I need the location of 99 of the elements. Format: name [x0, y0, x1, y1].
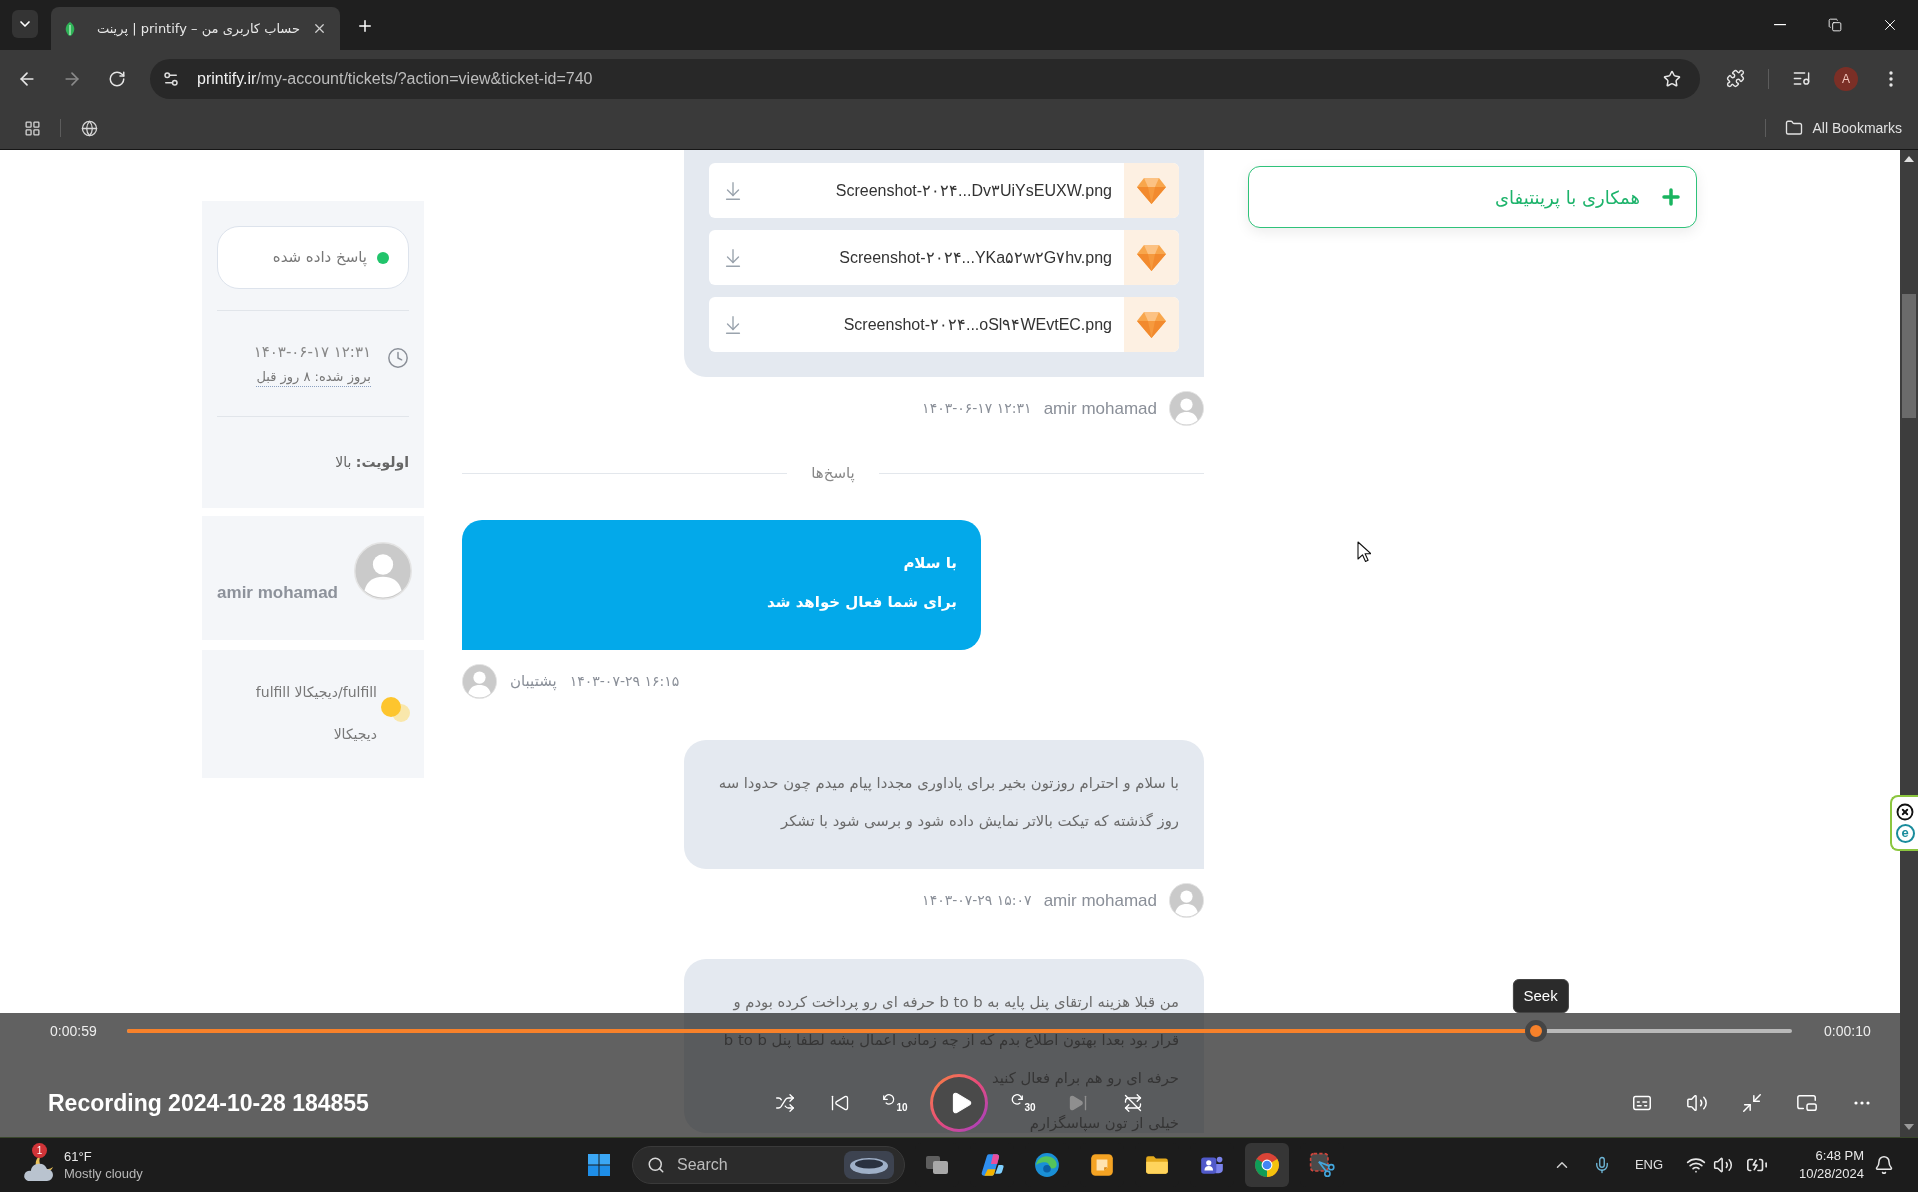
author-name: amir mohamad [1043, 889, 1157, 912]
message-time: ۱۴۰۳-۰۷-۲۹ ۱۵:۰۷ [922, 891, 1032, 910]
play-button[interactable] [930, 1074, 988, 1132]
search-icon [647, 1156, 665, 1174]
scroll-up-icon[interactable] [1904, 156, 1914, 162]
seek-tooltip: Seek [1512, 979, 1569, 1013]
globe-icon [80, 119, 98, 137]
shuffle-icon [775, 1093, 795, 1113]
clock-time: 6:48 PM [1815, 1147, 1864, 1165]
repeat-off-icon [1123, 1093, 1143, 1113]
file-name: Screenshot-۲۰۲۴...Dv۳UiYsEUXW.png [835, 180, 1112, 201]
elapsed-time: 0:00:59 [50, 1021, 98, 1041]
swirl-logo-icon [1034, 1152, 1060, 1178]
avatar-icon [1169, 391, 1204, 426]
customer-name: amir mohamad [217, 582, 338, 604]
message-text: با سلام و احترام روزتون بخیر برای یاداوری مجددا پیام میدم چون حدودا سه روز گذشته که تیکت بالاتر نمایش داده شود و برسی شود با تشکر [717, 773, 1179, 832]
more-icon [1854, 1101, 1870, 1105]
scroll-down-icon[interactable] [1904, 1124, 1914, 1130]
scrollbar-thumb[interactable] [1902, 294, 1916, 418]
mini-player-icon [1796, 1092, 1818, 1114]
weather-condition-text: Mostly cloudy [64, 1165, 143, 1182]
minimize-icon [1774, 24, 1786, 26]
remaining-time: 0:00:10 [1824, 1021, 1871, 1041]
restore-icon [1828, 18, 1842, 32]
site-settings-icon[interactable] [162, 69, 180, 88]
bookmark-star-icon[interactable] [1663, 69, 1681, 88]
attachment-row[interactable]: Screenshot-۲۰۲۴...Dv۳UiYsEUXW.png [709, 163, 1179, 218]
author-name: amir mohamad [1043, 397, 1157, 420]
counterclockwise-arrow-icon [882, 1093, 897, 1107]
language-indicator[interactable]: ENG [1631, 1155, 1667, 1175]
forward-button[interactable]: 30 [1003, 1093, 1043, 1113]
widget-logo[interactable]: e [1895, 824, 1915, 843]
skip-back-icon [830, 1093, 850, 1113]
priority-text: اولویت: بالا [335, 453, 409, 472]
wheel-logo-icon [1254, 1152, 1280, 1178]
taskbar-search-button[interactable]: Search [632, 1146, 905, 1184]
status-text: پاسخ داده شده [272, 247, 367, 269]
apps-button[interactable] [22, 118, 42, 138]
created-date: ۱۴۰۳-۰۶-۱۷ ۱۲:۳۱ [253, 342, 371, 362]
tab-search-button[interactable] [12, 10, 38, 38]
task-view-icon [925, 1153, 949, 1177]
grid-icon [23, 119, 41, 137]
skip-forward-icon [1068, 1093, 1088, 1113]
temperature-text: 61°F [64, 1148, 92, 1165]
ribbon-logo-icon [979, 1152, 1005, 1178]
kebab-menu-icon [1889, 70, 1893, 87]
avatar-icon [1169, 883, 1204, 918]
message-text: با سلام [903, 553, 957, 574]
reload-icon [108, 69, 126, 88]
url-text: printify.ir/my-account/tickets/?action=view&ticket-id=740 [197, 68, 593, 89]
plus-icon [356, 17, 374, 35]
clock-icon [387, 347, 409, 369]
file-name: Screenshot-۲۰۲۴...YKa۵۲w۲G۷hv.png [839, 247, 1112, 268]
weather-widget[interactable]: 1 61°F Mostly cloudy [20, 1142, 143, 1188]
puzzle-icon [1725, 69, 1745, 88]
search-highlight-image [844, 1151, 894, 1179]
message-text: برای شما فعال خواهد شد [767, 592, 957, 613]
updated-text: بروز شده: ۸ روز قبل [256, 368, 371, 387]
clock-button[interactable]: 6:48 PM 10/28/2024 [1782, 1147, 1864, 1183]
taskbar-app-button[interactable] [1245, 1143, 1289, 1187]
plus-icon [1659, 185, 1683, 209]
bookmark-button[interactable] [79, 118, 99, 138]
avatar-icon [462, 664, 497, 699]
bell-icon[interactable] [1874, 1155, 1894, 1175]
note-app-icon [1089, 1152, 1115, 1178]
tab-title: حساب کاربری من – printify | پرینت [96, 19, 300, 39]
address-bar[interactable]: printify.ir/my-account/tickets/?action=view&ticket-id=740 [150, 58, 1700, 99]
microphone-icon [1593, 1156, 1611, 1174]
profile-button[interactable]: A [1834, 66, 1858, 91]
arrows-inward-icon [1741, 1092, 1763, 1114]
scissors-app-icon [1309, 1152, 1335, 1178]
clockwise-arrow-icon [1010, 1093, 1025, 1107]
file-name: Screenshot-۲۰۲۴...oSl۹۴WEvtEC.png [843, 314, 1112, 335]
gem-icon [1124, 230, 1179, 285]
section-divider-label: پاسخ‌ها [810, 463, 856, 483]
rewind-button[interactable]: 10 [875, 1093, 915, 1113]
recording-title: Recording 2024-10-28 184855 [48, 1089, 369, 1116]
gem-icon [1124, 163, 1179, 218]
attachment-row[interactable]: Screenshot-۲۰۲۴...oSl۹۴WEvtEC.png [709, 297, 1179, 352]
gem-icon [1124, 297, 1179, 352]
message-time: ۱۴۰۳-۰۶-۱۷ ۱۲:۳۱ [922, 399, 1032, 418]
volume-icon [1686, 1092, 1708, 1114]
avatar-icon [354, 542, 412, 600]
close-icon[interactable] [1896, 803, 1914, 821]
author-name: پشتیبان [510, 671, 557, 693]
all-bookmarks-button[interactable]: All Bookmarks [1784, 117, 1902, 139]
music-list-icon [1791, 69, 1811, 88]
folder-outline-icon [1784, 119, 1803, 137]
wifi-icon[interactable] [1686, 1155, 1706, 1175]
mouse-pointer-icon [1357, 541, 1371, 563]
speaker-icon[interactable] [1713, 1155, 1733, 1175]
windows-logo-icon [587, 1153, 611, 1177]
department-text: fulfill/دیجیکالا fulfill دیجیکالا [254, 683, 377, 744]
seek-thumb[interactable] [1524, 1020, 1547, 1042]
clock-date: 10/28/2024 [1798, 1165, 1864, 1183]
attachment-row[interactable]: Screenshot-۲۰۲۴...YKa۵۲w۲G۷hv.png [709, 230, 1179, 285]
message-time: ۱۴۰۳-۰۷-۲۹ ۱۶:۱۵ [569, 672, 680, 691]
notification-badge: 1 [32, 1143, 47, 1158]
browser-tab[interactable]: حساب کاربری من – printify | پرینت [51, 7, 340, 50]
